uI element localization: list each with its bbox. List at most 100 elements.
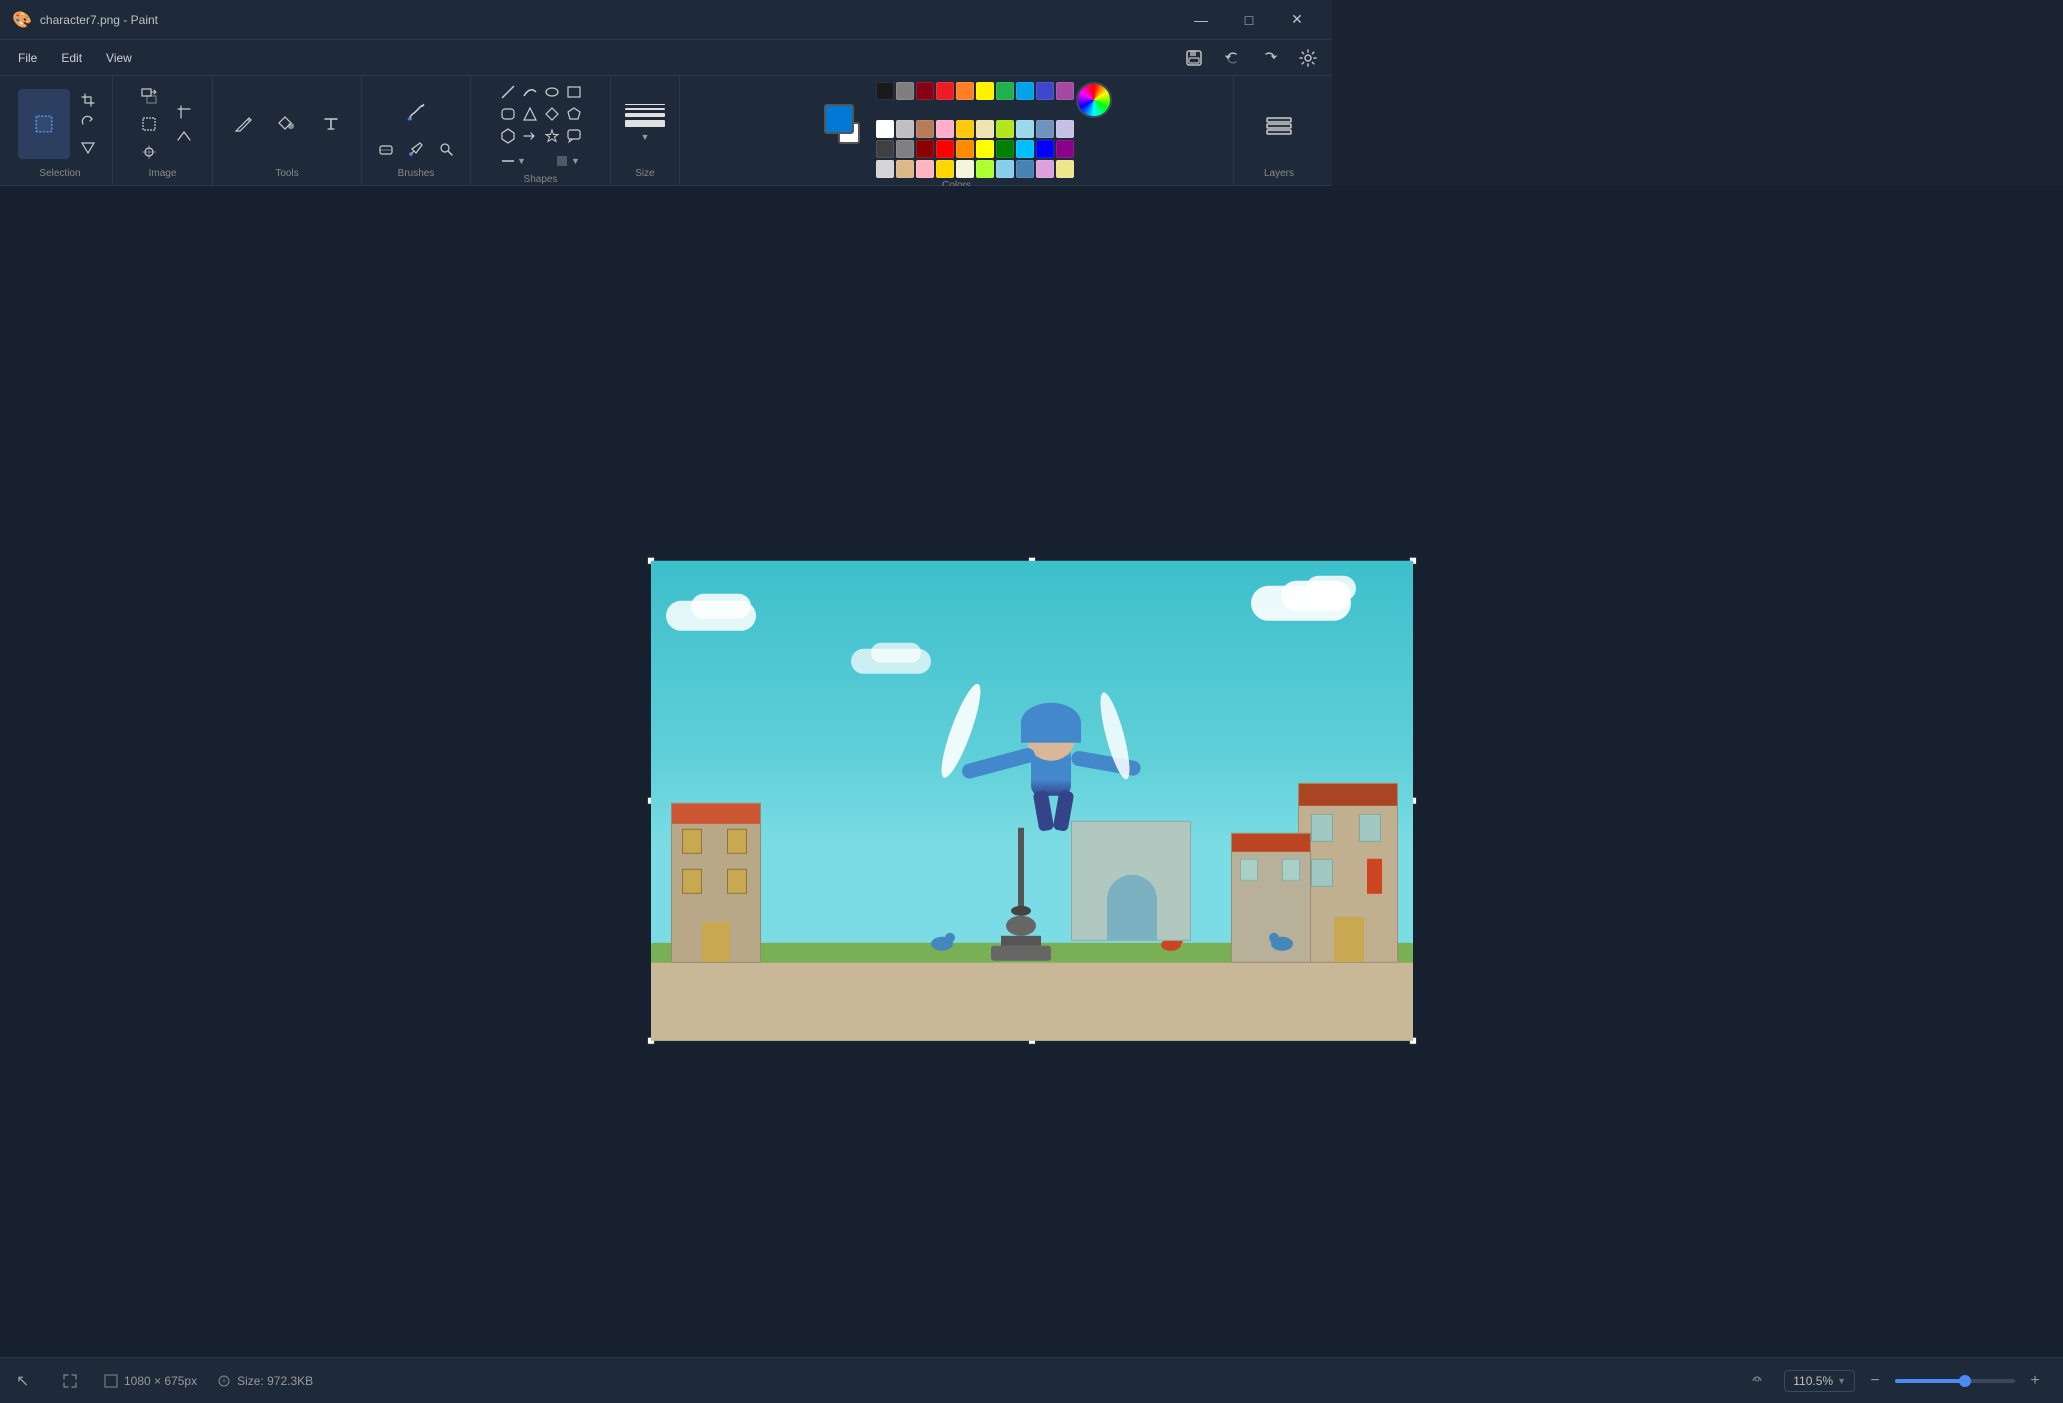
zoom-out-button[interactable]: − (1863, 1369, 1887, 1393)
color-swatch[interactable] (896, 120, 914, 138)
crop-button[interactable] (74, 89, 102, 111)
foreground-color-swatch[interactable] (824, 104, 854, 134)
color-swatch[interactable] (996, 140, 1014, 158)
menu-file[interactable]: File (8, 47, 47, 69)
callout-shape[interactable] (564, 126, 584, 146)
redo-button[interactable] (1254, 44, 1286, 72)
color-swatch[interactable] (996, 82, 1014, 100)
color-swatch[interactable] (996, 160, 1014, 178)
arrow-shape[interactable] (520, 126, 540, 146)
size-7px[interactable] (625, 120, 665, 127)
erase-tool-button[interactable] (372, 138, 400, 160)
color-swatch[interactable] (876, 120, 894, 138)
color-swatch[interactable] (1056, 160, 1074, 178)
color-swatch[interactable] (956, 140, 974, 158)
size-dropdown[interactable]: ▼ (637, 130, 654, 144)
color-swatch[interactable] (1016, 160, 1034, 178)
size-4px[interactable] (625, 113, 665, 117)
color-swatch[interactable] (1016, 120, 1034, 138)
building-right-1 (1298, 782, 1398, 962)
color-swatch[interactable] (876, 82, 894, 100)
selection-tool-button[interactable] (18, 89, 70, 159)
fullscreen-button[interactable] (56, 1367, 84, 1395)
color-swatch[interactable] (916, 82, 934, 100)
size-2px[interactable] (625, 108, 665, 110)
pencil-button[interactable] (223, 104, 263, 144)
color-swatch[interactable] (936, 120, 954, 138)
undo-button[interactable] (1216, 44, 1248, 72)
image-properties-button[interactable] (173, 101, 195, 123)
color-picker-button[interactable] (1076, 82, 1112, 118)
curve-shape[interactable] (520, 82, 540, 102)
menu-view[interactable]: View (96, 47, 142, 69)
line-shape[interactable] (498, 82, 518, 102)
color-palette (876, 82, 1094, 178)
save-button[interactable] (1178, 44, 1210, 72)
color-swatch[interactable] (976, 140, 994, 158)
image-label: Image (149, 166, 177, 179)
fill-button[interactable] (267, 104, 307, 144)
color-swatch[interactable] (1016, 140, 1034, 158)
color-swatch[interactable] (936, 140, 954, 158)
color-swatch[interactable] (1036, 82, 1054, 100)
color-swatch[interactable] (916, 120, 934, 138)
pentagon-shape[interactable] (564, 104, 584, 124)
triangle-shape[interactable] (520, 104, 540, 124)
rounded-rect-shape[interactable] (498, 104, 518, 124)
selection-tools (18, 82, 102, 166)
color-swatch[interactable] (936, 82, 954, 100)
cursor-icon: ↖ (16, 1371, 36, 1391)
color-swatch[interactable] (976, 160, 994, 178)
size-1px[interactable] (625, 104, 665, 105)
color-swatch[interactable] (956, 120, 974, 138)
color-picker-tool-button[interactable] (402, 138, 430, 160)
color-swatch[interactable] (936, 160, 954, 178)
maximize-button[interactable]: □ (1226, 4, 1272, 36)
color-swatch[interactable] (1036, 160, 1054, 178)
star-shape[interactable] (542, 126, 562, 146)
minimize-button[interactable]: — (1178, 4, 1224, 36)
color-swatch[interactable] (996, 120, 1014, 138)
brush-main-button[interactable] (392, 88, 440, 136)
zoom-value-button[interactable]: 110.5% ▼ (1784, 1370, 1855, 1392)
outline-selector[interactable]: ▼ (489, 150, 539, 172)
color-swatch[interactable] (976, 120, 994, 138)
color-swatch[interactable] (1036, 140, 1054, 158)
ribbon-group-image: Image (113, 76, 213, 185)
erase-button[interactable] (173, 125, 195, 147)
zoom-slider-thumb[interactable] (1959, 1375, 1971, 1387)
layers-button[interactable] (1244, 85, 1314, 163)
color-swatch[interactable] (916, 160, 934, 178)
rotate-button[interactable] (74, 113, 102, 135)
color-swatch[interactable] (876, 140, 894, 158)
color-swatch[interactable] (876, 160, 894, 178)
color-swatch[interactable] (896, 160, 914, 178)
menu-edit[interactable]: Edit (51, 47, 92, 69)
color-swatch[interactable] (1056, 82, 1074, 100)
color-swatch[interactable] (896, 140, 914, 158)
fill-selector[interactable]: ▼ (543, 150, 593, 172)
color-swatch[interactable] (896, 82, 914, 100)
zoom-in-button[interactable]: + (2023, 1369, 2047, 1393)
color-swatch[interactable] (976, 82, 994, 100)
text-button[interactable] (311, 104, 351, 144)
diamond-shape[interactable] (542, 104, 562, 124)
color-swatch[interactable] (1056, 120, 1074, 138)
color-swatch[interactable] (956, 160, 974, 178)
oval-shape[interactable] (542, 82, 562, 102)
color-swatch[interactable] (916, 140, 934, 158)
settings-button[interactable] (1292, 44, 1324, 72)
rect-shape[interactable] (564, 82, 584, 102)
color-swatch[interactable] (1036, 120, 1054, 138)
color-swatch[interactable] (956, 82, 974, 100)
hexagon-shape[interactable] (498, 126, 518, 146)
color-swatch[interactable] (1016, 82, 1034, 100)
magnify-button[interactable] (432, 138, 460, 160)
smart-fill-button[interactable] (131, 139, 167, 165)
close-button[interactable]: ✕ (1274, 4, 1320, 36)
zoom-slider[interactable] (1895, 1379, 2015, 1383)
select-all-button[interactable] (131, 111, 167, 137)
flip-button[interactable] (74, 137, 102, 159)
resize-button[interactable] (131, 83, 167, 109)
color-swatch[interactable] (1056, 140, 1074, 158)
